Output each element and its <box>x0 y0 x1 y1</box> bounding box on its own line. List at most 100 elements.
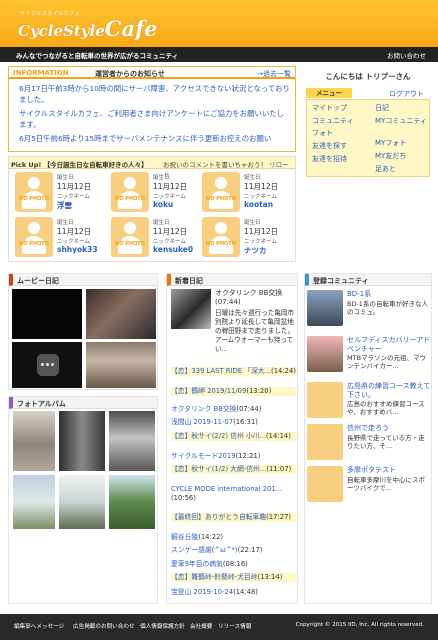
menu-item-my-community[interactable]: MYコミュニティ <box>375 116 427 126</box>
community-item[interactable]: 広島県の練習コース教えて下さい。 広島のおすすめ練習コースや、おすすめバ... <box>307 382 431 429</box>
photo-thumbnail[interactable] <box>109 411 155 471</box>
diary-entry[interactable]: 観谷丘陵(14:22) <box>171 533 297 542</box>
news-item[interactable]: 6月17日午前3時から10時の間にサーバ障害、アクセスできない状況となっておりま… <box>19 83 291 105</box>
community-item[interactable]: 多摩ポタテスト 自転車多摩川を中心にスポーツバイクで... <box>307 466 431 513</box>
community-image[interactable] <box>307 424 343 460</box>
no-photo-avatar[interactable]: NO PHOTO <box>111 217 149 257</box>
no-photo-avatar[interactable]: NO PHOTO <box>15 217 53 257</box>
no-photo-avatar[interactable]: NO PHOTO <box>202 172 240 212</box>
photo-album-title: フォトアルバム <box>17 400 66 408</box>
menu-item-photo[interactable]: フォト <box>312 128 333 138</box>
nickname-link[interactable]: shhyok33 <box>57 245 98 254</box>
birthday-card[interactable]: NO PHOTO 誕生日 11月12日 ニックネーム shhyok33 <box>15 217 107 261</box>
footer-link-company[interactable]: 会社概要 <box>190 622 212 630</box>
diary-entry-title[interactable]: 鶴岬 2019/11/09 <box>191 387 246 395</box>
diary-entry[interactable]: 【恋】秋サイ(2/2) 信州 小川...(14:14) <box>171 432 297 441</box>
diary-entry[interactable]: スンゲー感謝(^ω^*)(22:17) <box>171 546 297 555</box>
community-item[interactable]: セルフディスカバリーアドベンチャー MTBマラソンの元祖、マウンテンバイカー... <box>307 336 431 383</box>
diary-entry[interactable]: 浅間山 2019-11-07(16:31) <box>171 418 297 427</box>
diary-entry[interactable]: オクタリンク BB交換(07:44) <box>171 405 297 414</box>
menu-item-mytop[interactable]: マイトップ <box>312 103 347 113</box>
avatar-head-shape <box>28 177 40 189</box>
diary-entry-title[interactable]: CYCLE MODE international 201... <box>171 485 282 493</box>
diary-entry-title[interactable]: 観谷丘陵 <box>171 533 198 541</box>
community-name[interactable]: セルフディスカバリーアドベンチャー <box>347 336 431 353</box>
diary-entry[interactable]: 【恋】339 LAST RIDE 「深大...(14:24) <box>171 367 297 376</box>
no-photo-avatar[interactable]: NO PHOTO <box>202 217 240 257</box>
diary-entry-title[interactable]: オクタリンク BB交換 <box>171 405 236 413</box>
past-list-link[interactable]: →過去一覧 <box>257 69 291 79</box>
diary-entry-title[interactable]: 愛車9年目の病気 <box>171 560 223 568</box>
diary-entry[interactable]: 【恋】秋サイ(1/2) 大網-信州...(11:07) <box>171 465 297 474</box>
logout-link[interactable]: ログアウト <box>389 89 424 99</box>
diary-entry-title[interactable]: スンゲー感謝(^ω^*) <box>171 546 238 554</box>
menu-item-find-friends[interactable]: 友達を探す <box>312 141 347 151</box>
photo-thumbnail[interactable] <box>13 475 55 529</box>
birthday-card[interactable]: NO PHOTO 誕生日 11月12日 ニックネーム kensuke0 <box>111 217 203 261</box>
news-item[interactable]: 6月5日午前6時より15時までサーバメンテナンスに伴う更新お控えのお願い <box>19 133 291 144</box>
menu-item-my-friends[interactable]: MY友だち <box>375 151 406 161</box>
birthday-card[interactable]: NO PHOTO 誕生日 11月12日 ニックネーム ナツカ <box>202 217 294 261</box>
community-image[interactable] <box>307 290 343 326</box>
diary-entry-title[interactable]: 秋サイ(2/2) 信州 小川... <box>191 432 266 440</box>
menu-item-my-photo[interactable]: MYフォト <box>375 138 406 148</box>
movie-thumbnail[interactable] <box>12 342 82 388</box>
birthday-card[interactable]: NO PHOTO 誕生日 11月12日 ニックネーム 浮雲 <box>15 172 107 216</box>
photo-thumbnail[interactable] <box>109 475 155 529</box>
diary-entry-title[interactable]: 339 LAST RIDE 「深大... <box>191 367 271 375</box>
diary-entry-title[interactable]: サイクルモード2019 <box>171 452 236 460</box>
nickname-link[interactable]: kootan <box>244 200 273 209</box>
nickname-link[interactable]: kensuke0 <box>153 245 193 254</box>
diary-entry-title[interactable]: ありがとう自転車趣 <box>205 513 266 521</box>
diary-entry[interactable]: サイクルモード2019(12:21) <box>171 452 297 461</box>
photo-thumbnail[interactable] <box>59 475 105 529</box>
community-image[interactable] <box>307 336 343 372</box>
birthday-card[interactable]: NO PHOTO 誕生日 11月12日 ニックネーム koku <box>111 172 203 216</box>
community-item[interactable]: 信州で走ろう 長野県で走っている方・走りたい方、そ... <box>307 424 431 471</box>
diary-entry[interactable]: 愛車9年目の病気(08:16) <box>171 560 297 569</box>
logo-text: CycleStyleCafe <box>18 16 157 41</box>
diary-entry[interactable]: 【最終回】ありがとう自転車趣(17:27) <box>171 513 297 522</box>
footer-link-privacy[interactable]: 個人情報保護方針 <box>140 622 185 630</box>
movie-thumbnail[interactable] <box>86 289 156 339</box>
diary-feature-thumbnail[interactable] <box>171 289 211 329</box>
nickname-link[interactable]: ナツカ <box>244 245 267 256</box>
diary-entry[interactable]: 【恋】難鶴峠-鈴懸峠-犬目峠(13:14) <box>171 573 297 582</box>
menu-item-invite-friends[interactable]: 友達を招待 <box>312 154 347 164</box>
menu-item-footprints[interactable]: 足あと <box>375 164 396 174</box>
diary-entry-title[interactable]: 秋サイ(1/2) 大網-信州... <box>191 465 266 473</box>
birthday-card[interactable]: NO PHOTO 誕生日 11月12日 ニックネーム kootan <box>202 172 294 216</box>
footer-link-message[interactable]: 編集部へメッセージ <box>14 622 64 630</box>
movie-thumbnail[interactable] <box>86 342 156 388</box>
no-photo-avatar[interactable]: NO PHOTO <box>15 172 53 212</box>
diary-entry-title[interactable]: 浅間山 2019-11-07 <box>171 418 233 426</box>
menu-item-community[interactable]: コミュニティ <box>312 116 354 126</box>
community-name[interactable]: 信州で走ろう <box>347 424 431 433</box>
menu-item-diary[interactable]: 日記 <box>375 103 389 113</box>
community-image[interactable] <box>307 466 343 502</box>
nickname-link[interactable]: 浮雲 <box>57 200 72 211</box>
nickname-link[interactable]: koku <box>153 200 173 209</box>
no-photo-avatar[interactable]: NO PHOTO <box>111 172 149 212</box>
news-item[interactable]: サイクルスタイルカフェ、ご利用者さま向けアンケートにご協力をお願いいたします。 <box>19 108 291 130</box>
diary-entry[interactable]: 宝登山 2019-10-24(14:48) <box>171 588 297 597</box>
site-logo[interactable]: サイクルスタイルカフェ CycleStyleCafe <box>18 10 157 50</box>
diary-feature-title[interactable]: オクタリンク BB交換(07:44) <box>215 289 297 307</box>
photo-thumbnail[interactable] <box>13 411 55 471</box>
movie-thumbnail[interactable] <box>12 289 82 339</box>
community-image[interactable] <box>307 382 343 418</box>
diary-entry-title[interactable]: 難鶴峠-鈴懸峠-犬目峠 <box>191 573 257 581</box>
photo-thumbnail[interactable] <box>59 411 105 471</box>
site-footer: 編集部へメッセージ 広告掲載のお問い合わせ 個人情報保護方針 会社概要 リリース… <box>0 614 438 640</box>
community-name[interactable]: BD-1系 <box>347 290 431 299</box>
diary-entry-title[interactable]: 宝登山 2019-10-24 <box>171 588 233 596</box>
community-name[interactable]: 多摩ポタテスト <box>347 466 431 475</box>
community-name[interactable]: 広島県の練習コース教えて下さい。 <box>347 382 431 399</box>
no-photo-label: NO PHOTO <box>19 196 49 202</box>
community-item[interactable]: BD-1系 BD-1系の自転車が好きな人のコミュ。 <box>307 290 431 337</box>
footer-link-advertising[interactable]: 広告掲載のお問い合わせ <box>73 622 135 630</box>
footer-link-releases[interactable]: リリース情報 <box>218 622 251 630</box>
diary-entry[interactable]: CYCLE MODE international 201...(10:56) <box>171 485 297 503</box>
diary-entry[interactable]: 【恋】鶴岬 2019/11/09(13:20) <box>171 387 297 396</box>
contact-link[interactable]: お問い合わせ <box>387 50 426 60</box>
